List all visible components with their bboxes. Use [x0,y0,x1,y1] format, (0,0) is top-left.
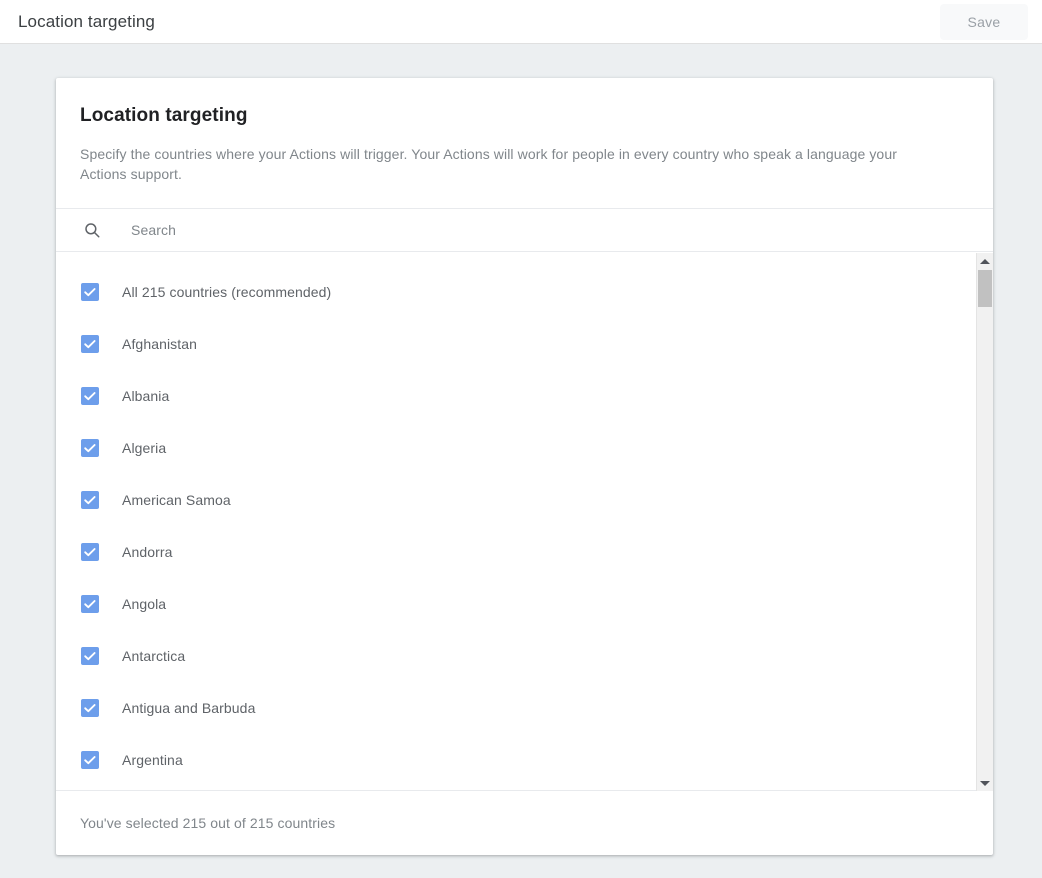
country-list-item[interactable]: Antarctica [56,630,976,682]
country-list-item[interactable]: Albania [56,370,976,422]
country-list-item[interactable]: Angola [56,578,976,630]
checkmark-icon [82,596,98,612]
checkmark-icon [82,388,98,404]
country-list-item[interactable]: Andorra [56,526,976,578]
country-checkbox[interactable] [81,439,99,457]
country-checkbox[interactable] [81,543,99,561]
save-button[interactable]: Save [940,4,1028,40]
country-label: Antarctica [122,648,185,664]
card-footer: You've selected 215 out of 215 countries [56,791,993,855]
checkmark-icon [82,440,98,456]
search-input[interactable] [129,221,829,239]
search-row[interactable] [56,208,993,252]
country-label: Albania [122,388,169,404]
country-label: American Samoa [122,492,231,508]
country-checkbox[interactable] [81,699,99,717]
checkmark-icon [82,336,98,352]
country-checkbox[interactable] [81,335,99,353]
scroll-up-arrow-icon[interactable] [977,253,993,269]
country-checkbox[interactable] [81,491,99,509]
country-label: Argentina [122,752,183,768]
country-checkbox[interactable] [81,751,99,769]
scrollbar-thumb[interactable] [978,270,992,307]
country-list-item[interactable]: Algeria [56,422,976,474]
country-checkbox[interactable] [81,647,99,665]
checkmark-icon [82,648,98,664]
search-icon [83,221,101,239]
card-header: Location targeting Specify the countries… [56,78,993,184]
page-title: Location targeting [18,11,155,33]
checkmark-icon [82,492,98,508]
country-label: All 215 countries (recommended) [122,284,331,300]
country-label: Andorra [122,544,173,560]
country-list-item[interactable]: American Samoa [56,474,976,526]
country-list: All 215 countries (recommended) Afghanist… [56,253,976,791]
app-bar: Location targeting Save [0,0,1042,44]
country-label: Angola [122,596,166,612]
country-list-item[interactable]: Antigua and Barbuda [56,682,976,734]
country-list-scrollbar[interactable] [976,253,993,791]
country-label: Afghanistan [122,336,197,352]
location-targeting-card: Location targeting Specify the countries… [56,78,993,855]
country-checkbox[interactable] [81,595,99,613]
checkmark-icon [82,284,98,300]
selection-status-text: You've selected 215 out of 215 countries [80,815,335,831]
country-list-item[interactable]: Argentina [56,734,976,786]
checkmark-icon [82,544,98,560]
country-list-item[interactable]: All 215 countries (recommended) [56,266,976,318]
country-checkbox[interactable] [81,283,99,301]
country-label: Algeria [122,440,166,456]
card-title: Location targeting [80,104,969,128]
card-description: Specify the countries where your Actions… [80,144,942,184]
checkmark-icon [82,700,98,716]
country-checkbox[interactable] [81,387,99,405]
country-list-item[interactable]: Afghanistan [56,318,976,370]
country-label: Antigua and Barbuda [122,700,255,716]
checkmark-icon [82,752,98,768]
country-list-scroll-region[interactable]: All 215 countries (recommended) Afghanist… [56,253,993,791]
scroll-down-arrow-icon[interactable] [977,775,993,791]
